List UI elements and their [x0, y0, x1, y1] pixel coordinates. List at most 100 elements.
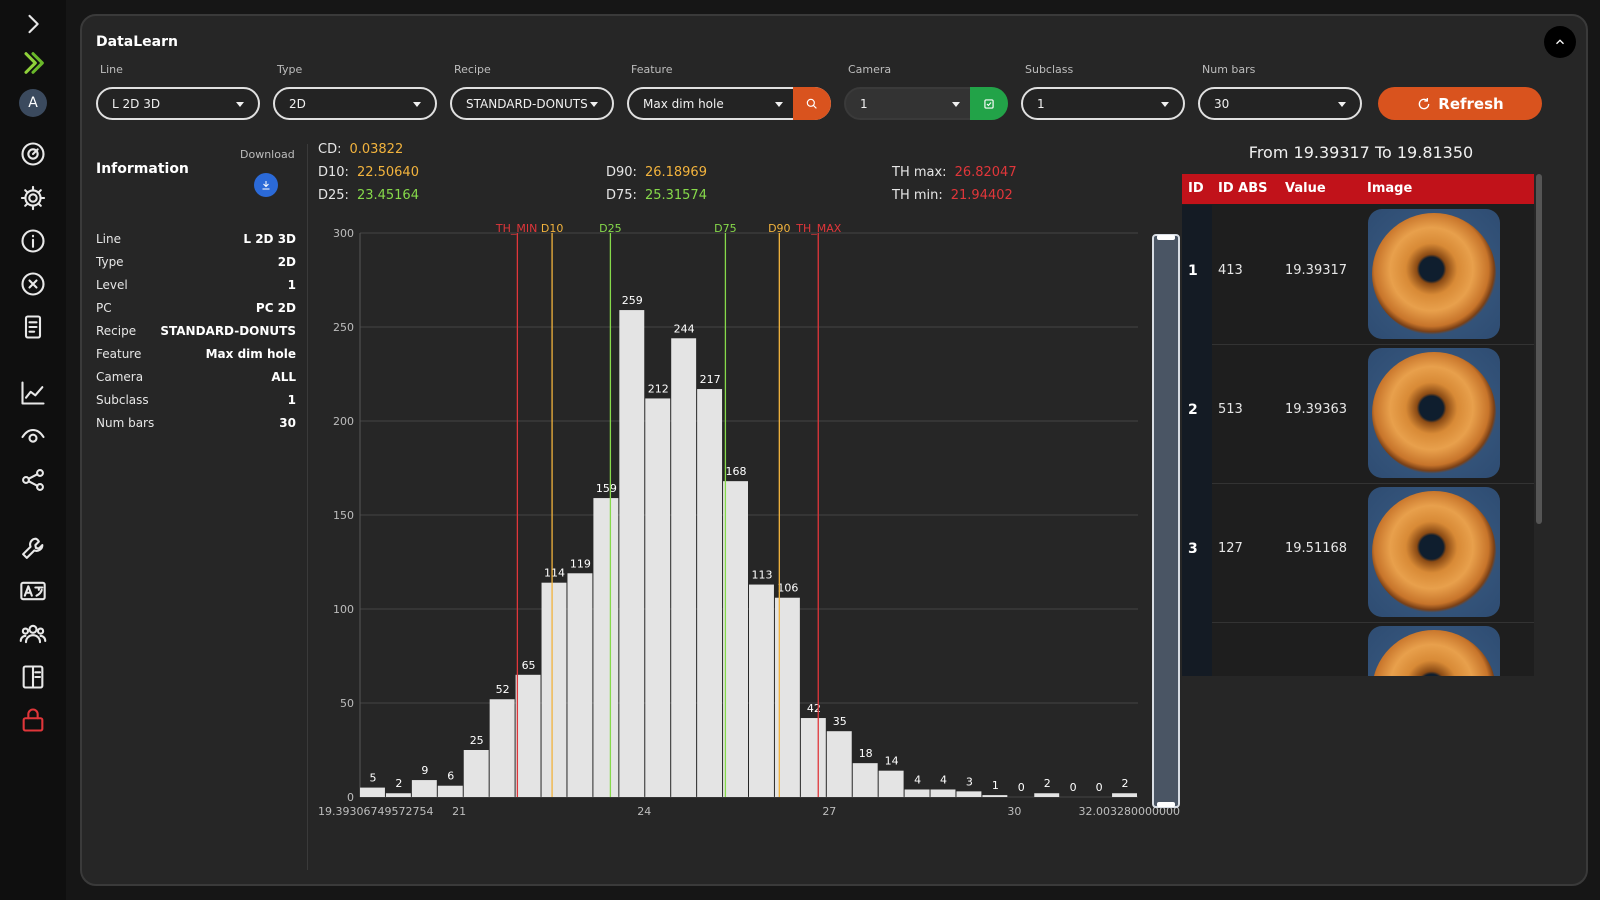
wrench-icon[interactable] [17, 532, 49, 564]
info-row: Camera ALL [96, 370, 296, 390]
histogram-bar [982, 795, 1008, 797]
table-row[interactable]: 1 413 19.39317 [1182, 205, 1534, 345]
stat-d75-label: D75: [606, 188, 637, 203]
camera-select[interactable]: 1 [844, 87, 1008, 120]
document-icon[interactable] [17, 311, 49, 343]
stat-th-max-label: TH max: [892, 165, 947, 180]
info-row: Type 2D [96, 255, 296, 275]
bar-value-label: 159 [596, 482, 617, 495]
info-value: 1 [287, 393, 296, 407]
info-row: Num bars 30 [96, 416, 296, 436]
camera-select-value: 1 [860, 96, 868, 111]
bar-value-label: 3 [966, 775, 973, 788]
collapse-button[interactable] [1544, 26, 1576, 58]
datalearn-panel: DataLearn Line L 2D 3D Type 2D Recipe ST… [80, 14, 1588, 886]
histogram-bar [904, 789, 930, 797]
row-value: 19.39317 [1285, 263, 1348, 278]
marker-label: TH_MAX [795, 223, 842, 235]
recipe-select[interactable]: STANDARD-DONUTS [450, 87, 614, 120]
row-id: 3 [1188, 541, 1198, 557]
histogram-bar [360, 787, 385, 797]
info-key: Subclass [96, 393, 149, 407]
bar-value-label: 168 [726, 465, 747, 478]
feature-search-button[interactable] [793, 87, 831, 120]
histogram-bar [878, 770, 904, 797]
info-key: Type [96, 255, 124, 269]
donut-image[interactable] [1368, 209, 1500, 339]
bar-value-label: 65 [522, 659, 536, 672]
table-scrollbar[interactable] [1536, 174, 1542, 524]
donut-image[interactable] [1368, 487, 1500, 617]
close-circle-icon[interactable] [17, 268, 49, 300]
stat-d90: D90: 26.18969 [606, 165, 707, 180]
camera-confirm-button[interactable] [970, 87, 1008, 120]
refresh-button[interactable]: Refresh [1378, 87, 1542, 120]
bar-value-label: 14 [885, 755, 899, 768]
line-label: Line [100, 63, 123, 76]
table-row[interactable]: 3 127 19.51168 [1182, 483, 1534, 623]
donut-image[interactable] [1368, 626, 1500, 676]
info-row: PC PC 2D [96, 301, 296, 321]
bar-value-label: 6 [447, 770, 454, 783]
marker-label: D90 [768, 223, 790, 235]
x-tick-label: 21 [452, 805, 466, 818]
marker-label: D10 [541, 223, 563, 235]
chart-range-slider[interactable] [1152, 234, 1180, 808]
table-row[interactable] [1182, 622, 1534, 676]
bar-value-label: 4 [914, 773, 921, 786]
share-icon[interactable] [17, 464, 49, 496]
histogram-bar [515, 674, 541, 797]
stat-d90-label: D90: [606, 165, 637, 180]
stat-d10-label: D10: [318, 165, 349, 180]
marker-label: TH_MIN [495, 223, 537, 235]
download-label: Download [240, 148, 295, 161]
histogram-bar [411, 780, 437, 797]
info-value: 2D [277, 255, 296, 269]
type-select[interactable]: 2D [273, 87, 437, 120]
stat-d75-value: 25.31574 [644, 188, 707, 203]
users-icon[interactable] [17, 618, 49, 650]
histogram-bar [774, 597, 800, 797]
feature-select[interactable]: Max dim hole [627, 87, 831, 120]
samples-table: ID ID ABS Value Image 1 413 19.39317 2 513 19… [1182, 174, 1534, 676]
slider-handle-bottom[interactable] [1157, 802, 1175, 807]
donut-image[interactable] [1368, 348, 1500, 478]
x-tick-label: 24 [637, 805, 651, 818]
chart-line-icon[interactable] [17, 377, 49, 409]
book-icon[interactable] [17, 661, 49, 693]
histogram-bar [1034, 793, 1060, 797]
gear-icon[interactable] [17, 182, 49, 214]
row-id: 1 [1188, 263, 1198, 279]
download-button[interactable] [254, 173, 278, 197]
bar-value-label: 217 [700, 373, 721, 386]
donut-shape [1372, 491, 1496, 613]
line-select[interactable]: L 2D 3D [96, 87, 260, 120]
col-value: Value [1285, 181, 1326, 196]
num-bars-select-value: 30 [1214, 96, 1230, 111]
slider-handle-top[interactable] [1157, 235, 1175, 240]
eye-icon[interactable] [17, 421, 49, 453]
lock-icon[interactable] [17, 704, 49, 736]
info-key: Recipe [96, 324, 137, 338]
app-logo-icon[interactable] [17, 47, 49, 79]
gauge-icon[interactable] [17, 138, 49, 170]
bar-value-label: 119 [570, 557, 591, 570]
histogram-bar [723, 481, 748, 797]
stat-d25-label: D25: [318, 188, 349, 203]
expand-chevron-icon[interactable] [17, 8, 49, 40]
information-title: Information [96, 161, 189, 177]
range-title: From 19.39317 To 19.81350 [1248, 143, 1474, 162]
bar-value-label: 114 [544, 567, 565, 580]
app-root: A DataLearn Line L 2D 3D Type 2D Recipe … [0, 0, 1600, 900]
subclass-select[interactable]: 1 [1021, 87, 1185, 120]
translate-icon[interactable] [17, 575, 49, 607]
user-avatar[interactable]: A [17, 87, 49, 119]
histogram-bar [645, 398, 671, 797]
row-id-abs: 513 [1218, 402, 1243, 417]
info-icon[interactable] [17, 225, 49, 257]
table-row[interactable]: 2 513 19.39363 [1182, 344, 1534, 484]
histogram-bar [541, 582, 567, 797]
row-id: 2 [1188, 402, 1198, 418]
num-bars-select[interactable]: 30 [1198, 87, 1362, 120]
info-value: 1 [287, 278, 296, 292]
